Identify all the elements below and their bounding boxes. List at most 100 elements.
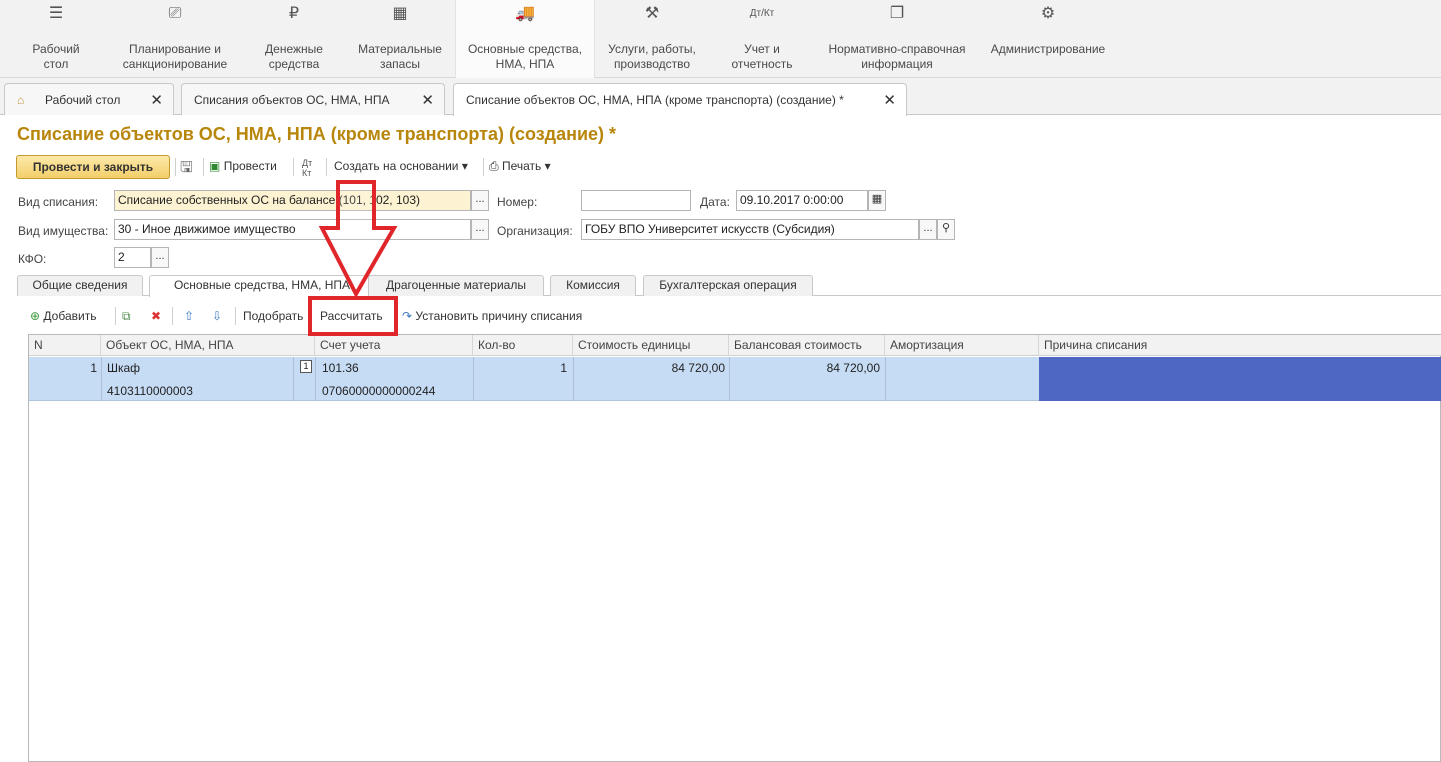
section-label: Рабочий стол <box>32 42 80 71</box>
move-up-icon[interactable]: ⇧ <box>184 309 194 323</box>
number-field[interactable] <box>581 190 691 211</box>
menu-icon: ☰ <box>48 5 64 22</box>
select-button[interactable]: ... <box>151 247 169 268</box>
planning-icon: ⎚ <box>168 5 182 22</box>
calendar-icon[interactable]: ▦ <box>868 190 886 211</box>
window-tab-label: Списания объектов ОС, НМА, НПА <box>194 93 390 107</box>
separator <box>172 307 173 325</box>
column-header-n[interactable]: N <box>29 335 101 356</box>
property-type-label: Вид имущества: <box>18 224 109 238</box>
dt-kt-movements-icon[interactable]: Дт Кт <box>302 158 312 178</box>
move-down-icon[interactable]: ⇩ <box>212 309 222 323</box>
section-reference[interactable]: ❐ Нормативно-справочная информация <box>822 0 972 78</box>
add-row-button[interactable]: ⊕ Добавить <box>30 309 96 323</box>
close-icon[interactable]: ✕ <box>883 91 896 109</box>
table-header: N Объект ОС, НМА, НПА Счет учета Кол-во … <box>29 335 1441 356</box>
books-icon: ❐ <box>889 5 905 22</box>
truck-icon: 🚚 <box>515 5 535 22</box>
page-title: Списание объектов ОС, НМА, НПА (кроме тр… <box>17 124 617 144</box>
cell-qty[interactable]: 1 <box>473 361 567 375</box>
create-based-label: Создать на основании <box>334 159 459 173</box>
sections-panel: ☰ Рабочий стол ⎚ Планирование и санкционир… <box>0 0 1441 78</box>
save-icon[interactable]: 🖫 <box>180 157 193 182</box>
column-header-balance-cost[interactable]: Балансовая стоимость <box>729 335 885 356</box>
delete-icon[interactable]: ✖ <box>151 309 161 323</box>
search-icon[interactable]: ⚲ <box>937 219 955 240</box>
organization-field[interactable]: ГОБУ ВПО Университет искусств (Субсидия) <box>581 219 919 240</box>
window-tab-writeoffs-list[interactable]: Списания объектов ОС, НМА, НПА ✕ <box>181 83 445 115</box>
writeoff-type-label: Вид списания: <box>18 195 99 209</box>
date-field[interactable]: 09.10.2017 0:00:00 <box>736 190 868 211</box>
section-accounting[interactable]: Дт/Кт Учет и отчетность <box>722 0 802 78</box>
writeoff-type-field[interactable]: Списание собственных ОС на балансе (101,… <box>114 190 471 211</box>
cell-reason[interactable] <box>1039 357 1441 401</box>
set-writeoff-reason-button[interactable]: ↷ Установить причину списания <box>402 309 582 323</box>
post-label: Провести <box>223 159 277 173</box>
kfo-field[interactable]: 2 <box>114 247 151 268</box>
property-type-field[interactable]: 30 - Иное движимое имущество <box>114 219 471 240</box>
column-divider <box>885 357 886 401</box>
form-tabs: Общие сведения Основные средства, НМА, Н… <box>17 275 1441 297</box>
section-label: Денежные средства <box>265 42 323 71</box>
printer-icon: ⎙ <box>489 159 499 173</box>
column-header-reason[interactable]: Причина списания <box>1039 335 1441 356</box>
close-icon[interactable]: ✕ <box>150 91 163 109</box>
section-planning[interactable]: ⎚ Планирование и санкционирование <box>116 0 234 78</box>
annotation-highlight-box <box>308 296 398 336</box>
section-label: Учет и отчетность <box>731 42 793 71</box>
table-row[interactable]: 1 Шкаф 4103110000003 1 101.36 0706000000… <box>29 357 1441 401</box>
section-label: Материальные запасы <box>358 42 442 71</box>
window-tab-desktop[interactable]: ⌂ Рабочий стол ✕ <box>4 83 174 115</box>
column-header-amortization[interactable]: Амортизация <box>885 335 1039 356</box>
window-tabs: ⌂ Рабочий стол ✕ Списания объектов ОС, НМ… <box>0 78 1441 116</box>
separator <box>203 158 204 176</box>
cell-indicator: 1 <box>300 360 312 373</box>
copy-icon[interactable]: ⧉ <box>122 309 131 324</box>
section-admin[interactable]: ⚙ Администрирование <box>986 0 1110 78</box>
column-header-unit-cost[interactable]: Стоимость единицы <box>573 335 729 356</box>
create-based-on-menu[interactable]: Создать на основании ▾ <box>334 159 468 173</box>
pick-button[interactable]: Подобрать <box>243 309 303 323</box>
column-header-qty[interactable]: Кол-во <box>473 335 573 356</box>
set-reason-label: Установить причину списания <box>415 309 583 323</box>
cell-account[interactable]: 101.36 <box>322 361 359 375</box>
section-fixed-assets[interactable]: 🚚 Основные средства, НМА, НПА <box>455 0 595 78</box>
tab-accounting-operation[interactable]: Бухгалтерская операция <box>643 275 813 296</box>
kfo-label: КФО: <box>18 252 47 266</box>
date-label: Дата: <box>700 195 730 209</box>
dt-kt-icon: Дт/Кт <box>749 8 775 19</box>
section-desktop[interactable]: ☰ Рабочий стол <box>18 0 94 78</box>
column-header-account[interactable]: Счет учета <box>315 335 473 356</box>
tab-commission[interactable]: Комиссия <box>550 275 636 296</box>
separator <box>235 307 236 325</box>
ruble-icon: ₽ <box>288 5 300 22</box>
cell-object[interactable]: Шкаф <box>107 361 140 375</box>
post-button[interactable]: ▣ Провести <box>209 159 277 173</box>
organization-label: Организация: <box>497 224 573 238</box>
post-and-close-button[interactable]: Провести и закрыть <box>16 155 170 179</box>
window-tab-label: Рабочий стол <box>45 93 121 107</box>
separator <box>483 158 484 176</box>
section-label: Планирование и санкционирование <box>122 42 228 71</box>
section-label: Нормативно-справочная информация <box>828 42 966 71</box>
cell-unit-cost[interactable]: 84 720,00 <box>573 361 725 375</box>
print-menu[interactable]: ⎙ Печать ▾ <box>489 159 551 174</box>
select-button[interactable]: ... <box>471 219 489 240</box>
assets-table[interactable]: N Объект ОС, НМА, НПА Счет учета Кол-во … <box>28 334 1441 762</box>
window-tab-writeoff-create[interactable]: Списание объектов ОС, НМА, НПА (кроме тр… <box>453 83 907 116</box>
section-inventory[interactable]: ▦ Материальные запасы <box>352 0 448 78</box>
select-button[interactable]: ... <box>919 219 937 240</box>
column-header-object[interactable]: Объект ОС, НМА, НПА <box>101 335 315 356</box>
section-money[interactable]: ₽ Денежные средства <box>254 0 334 78</box>
grid-icon: ▦ <box>392 5 408 22</box>
tab-general[interactable]: Общие сведения <box>17 275 143 296</box>
number-label: Номер: <box>497 195 538 209</box>
select-button[interactable]: ... <box>471 190 489 211</box>
tools-icon: ⚒ <box>644 5 660 22</box>
separator <box>293 158 294 176</box>
section-services[interactable]: ⚒ Услуги, работы, производство <box>600 0 704 78</box>
cell-balance-cost[interactable]: 84 720,00 <box>729 361 880 375</box>
dropdown-arrow-icon: ▾ <box>461 159 468 173</box>
close-icon[interactable]: ✕ <box>421 91 434 109</box>
gear-icon: ⚙ <box>1040 5 1056 22</box>
